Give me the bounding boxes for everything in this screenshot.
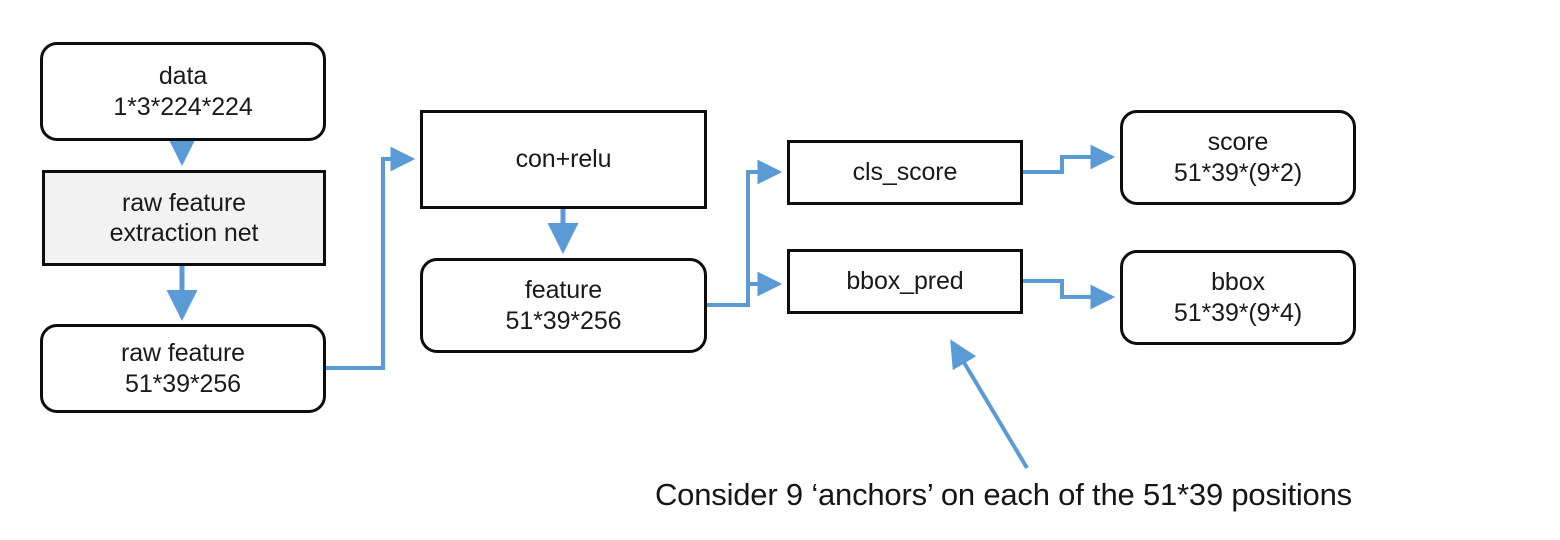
node-raw-feature-extraction-net[interactable]: raw feature extraction net (42, 170, 326, 266)
diagram-canvas: data 1*3*224*224 raw feature extraction … (0, 0, 1560, 540)
node-con-relu[interactable]: con+relu (420, 110, 707, 209)
edge-rawfeature-to-conrelu (326, 146, 416, 370)
node-bbox-line2: 51*39*(9*4) (1173, 298, 1303, 327)
annotation-pointer-arrow (950, 339, 1029, 470)
node-feature[interactable]: feature 51*39*256 (420, 258, 707, 353)
node-score-line1: score (1207, 128, 1269, 156)
node-rawfeature-line1: raw feature (121, 339, 245, 367)
node-cls-score[interactable]: cls_score (787, 140, 1023, 205)
node-data-line1: data (158, 62, 208, 90)
node-bbox-line1: bbox (1211, 268, 1265, 296)
node-score[interactable]: score 51*39*(9*2) (1120, 110, 1356, 205)
node-data-line2: 1*3*224*224 (113, 92, 253, 121)
node-score-line2: 51*39*(9*2) (1173, 158, 1303, 187)
node-raw-feature[interactable]: raw feature 51*39*256 (40, 324, 326, 413)
node-bbox-pred[interactable]: bbox_pred (787, 249, 1023, 314)
node-clsscore-line1: cls_score (852, 158, 958, 187)
node-feature-line1: feature (524, 276, 603, 304)
edge-bboxpred-to-bbox (1023, 279, 1116, 310)
node-bboxpred-line1: bbox_pred (846, 267, 964, 296)
anchors-annotation-text: Consider 9 ‘anchors’ on each of the 51*3… (655, 477, 1352, 512)
edge-clsscore-to-score (1023, 144, 1116, 174)
node-conrelu-line1: con+relu (515, 145, 612, 174)
edge-feature-to-clsscore (707, 159, 783, 307)
node-extraction-line2: extraction net (109, 219, 259, 247)
node-bbox[interactable]: bbox 51*39*(9*4) (1120, 250, 1356, 345)
node-extraction-line1: raw feature (122, 188, 246, 217)
node-rawfeature-line2: 51*39*256 (125, 369, 241, 398)
node-data[interactable]: data 1*3*224*224 (40, 42, 326, 141)
node-feature-line2: 51*39*256 (505, 306, 622, 335)
